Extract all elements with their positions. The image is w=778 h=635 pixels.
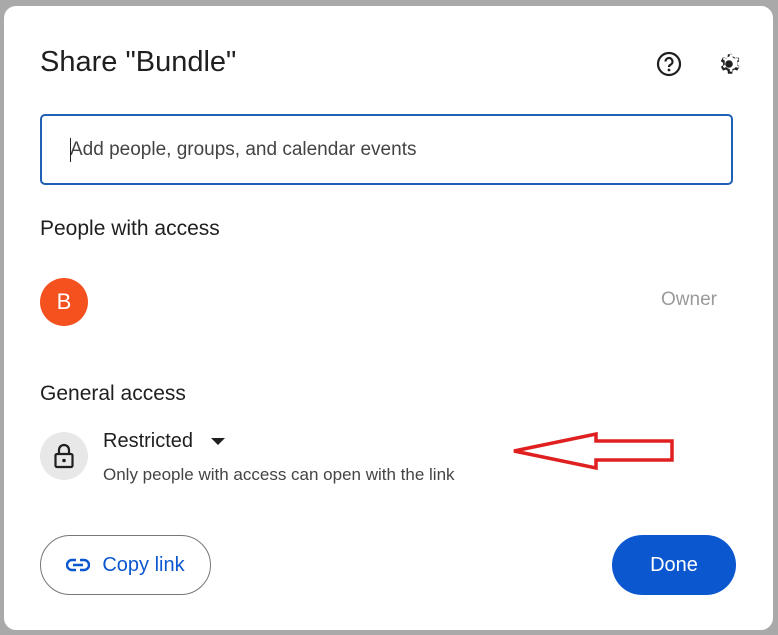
copy-link-label: Copy link (102, 553, 185, 576)
help-button[interactable] (655, 50, 683, 78)
lock-icon-badge (40, 432, 88, 480)
general-access-heading: General access (40, 382, 186, 405)
avatar: B (40, 278, 88, 326)
add-people-input[interactable] (42, 116, 731, 183)
general-access-value: Restricted (103, 430, 194, 452)
settings-button[interactable] (715, 50, 743, 78)
text-cursor (70, 138, 71, 162)
lock-icon (54, 443, 74, 469)
copy-link-button[interactable]: Copy link (40, 535, 211, 595)
people-with-access-heading: People with access (40, 217, 220, 240)
annotation-arrow (513, 431, 674, 471)
add-people-field[interactable] (40, 114, 733, 185)
owner-role: Owner (661, 289, 717, 310)
dialog-title: Share "Bundle" (40, 46, 237, 78)
done-button[interactable]: Done (612, 535, 736, 595)
general-access-dropdown[interactable]: Restricted (103, 430, 226, 453)
avatar-initial: B (56, 289, 72, 314)
done-label: Done (650, 553, 698, 576)
general-access-description: Only people with access can open with th… (103, 465, 455, 484)
share-dialog: Share "Bundle" People with access B Owne… (4, 6, 773, 630)
link-icon (66, 558, 91, 572)
dropdown-arrow-icon (211, 438, 226, 445)
gear-icon (720, 53, 740, 74)
help-circle-icon (656, 51, 682, 77)
